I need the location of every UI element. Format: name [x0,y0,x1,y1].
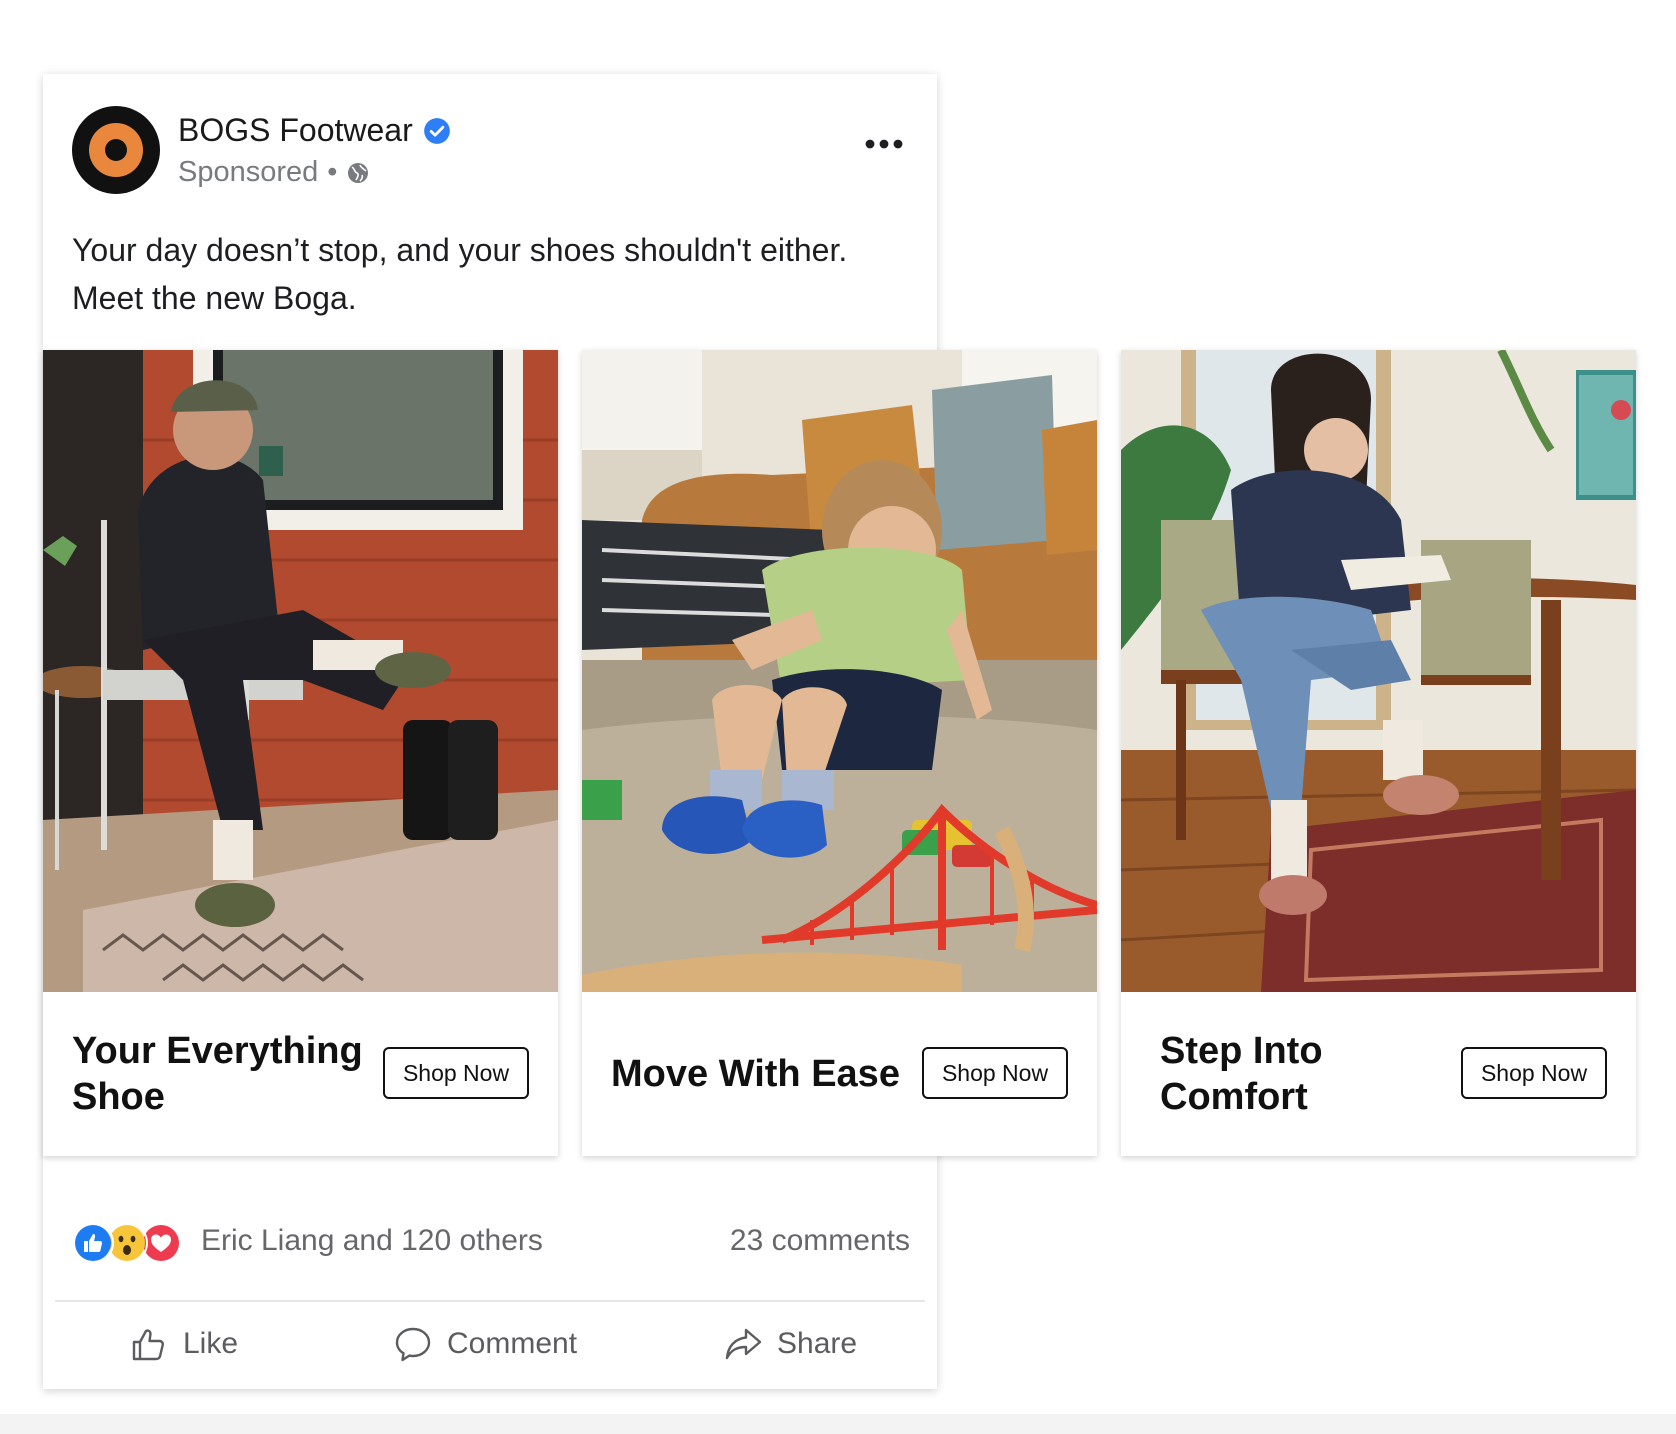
page-name-row: BOGS Footwear [178,112,451,149]
card-headline: Move With Ease [611,1053,900,1095]
comment-bubble-icon [395,1327,431,1362]
card-photo-child-playing[interactable] [582,350,1097,992]
post-header: BOGS Footwear Sponsored • [72,106,912,196]
card-photo-woman-reading[interactable] [1121,350,1636,992]
actions-divider [55,1300,925,1302]
globe-icon[interactable] [346,161,370,185]
carousel-card[interactable]: Your Everything Shoe Shop Now [43,350,558,1156]
comment-button[interactable]: Comment [393,1310,577,1378]
page-name-link[interactable]: BOGS Footwear [178,112,413,149]
reaction-icons[interactable] [72,1222,182,1264]
comment-label: Comment [447,1327,578,1360]
shop-now-button[interactable]: Shop Now [922,1047,1068,1099]
reactors-summary[interactable]: Eric Liang and 120 others [201,1224,543,1258]
like-button[interactable]: Like [129,1310,238,1378]
product-carousel: Your Everything Shoe Shop Now Move With … [43,350,1636,1156]
meta-separator: • [327,156,338,188]
thumbs-up-icon [132,1329,164,1361]
photo-illustration [582,350,1097,992]
card-photo-man-on-porch[interactable] [43,350,558,992]
carousel-card[interactable]: Move With Ease Shop Now [582,350,1097,1156]
comments-count-link[interactable]: 23 comments [730,1224,910,1258]
shop-now-button[interactable]: Shop Now [1461,1047,1607,1099]
like-icon [72,1222,114,1264]
post-actions-bar: Like Comment Share [43,1310,937,1378]
card-headline: Step Into Comfort [1160,1030,1323,1118]
shop-now-button[interactable]: Shop Now [383,1047,529,1099]
card-headline: Your Everything Shoe [72,1030,363,1118]
share-button[interactable]: Share [723,1310,857,1378]
share-arrow-icon [725,1328,762,1360]
photo-illustration [1121,350,1636,992]
page-bottom-band [0,1414,1676,1434]
logo-center [105,139,127,161]
verified-badge-icon [423,117,450,144]
photo-illustration [43,350,558,992]
engagement-summary: Eric Liang and 120 others 23 comments [72,1222,910,1266]
post-meta: Sponsored • [178,156,370,189]
card-footer: Move With Ease Shop Now [582,992,1097,1156]
more-dots-icon [865,139,903,149]
like-label: Like [183,1327,239,1360]
more-options-button[interactable] [856,126,912,162]
card-footer: Step Into Comfort Shop Now [1121,992,1636,1156]
card-footer: Your Everything Shoe Shop Now [43,992,558,1156]
carousel-card[interactable]: Step Into Comfort Shop Now [1121,350,1636,1156]
post-body-text: Your day doesn’t stop, and your shoes sh… [72,232,848,316]
share-label: Share [777,1327,858,1360]
page-avatar[interactable] [72,106,160,194]
sponsored-label[interactable]: Sponsored [178,156,318,189]
